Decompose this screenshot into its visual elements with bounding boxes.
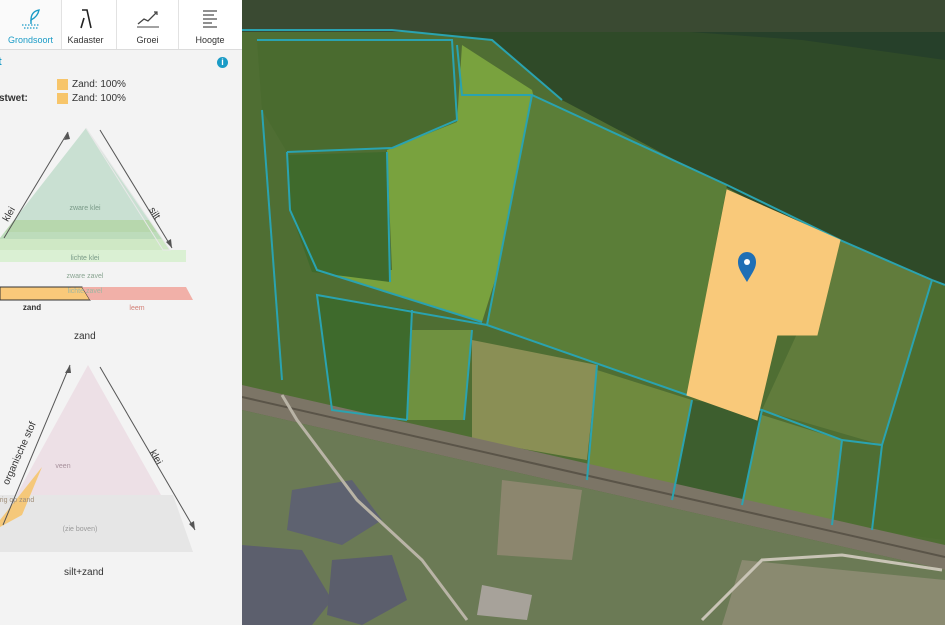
zone-klei-light — [0, 220, 170, 232]
map-canvas[interactable] — [242, 0, 945, 625]
zone-text: veen — [55, 463, 70, 470]
zone-text: zware zavel — [67, 273, 104, 280]
soil-texture-triangle: zware klei lichte klei zware zavel licht… — [0, 127, 193, 312]
zone-text: leem — [129, 305, 144, 312]
sand-swatch — [57, 79, 68, 90]
organic-soil-triangle: veen rig op zand (zie boven) — [0, 364, 196, 552]
info-icon[interactable]: i — [217, 57, 228, 68]
zone-text: zand — [23, 303, 41, 312]
zone-text: (zie boven) — [63, 526, 98, 533]
satellite-map[interactable] — [242, 0, 945, 625]
tab-hoogte[interactable]: Hoogte — [179, 0, 241, 49]
field — [407, 330, 472, 420]
axis-label-zand: zand — [74, 331, 96, 342]
zone-text: lichte klei — [71, 255, 100, 262]
tab-label: Hoogte — [195, 35, 225, 45]
zone-text: rig op zand — [0, 497, 34, 504]
zone-lichte-zavel — [0, 239, 170, 250]
soil-icon — [0, 6, 61, 29]
zone-zavel — [0, 232, 170, 240]
soil-info-panel: Grondsoort Kadaster Groei Hoogte i Zand:… — [0, 0, 243, 625]
tab-bar: Grondsoort Kadaster Groei Hoogte — [0, 0, 242, 50]
growth-chart-icon — [117, 6, 178, 28]
sand-swatch — [57, 93, 68, 104]
section-title: t — [0, 56, 2, 68]
soil-label-2: stwet: — [0, 93, 28, 104]
cadastre-icon — [55, 6, 116, 29]
zone-text: zware klei — [69, 205, 101, 212]
soil-value-2: Zand: 100% — [72, 93, 126, 104]
height-lines-icon — [179, 6, 241, 28]
zone-text: lichte zavel — [68, 288, 103, 295]
axis-label-silt-zand: silt+zand — [64, 567, 104, 578]
soil-value-1: Zand: 100% — [72, 79, 126, 90]
